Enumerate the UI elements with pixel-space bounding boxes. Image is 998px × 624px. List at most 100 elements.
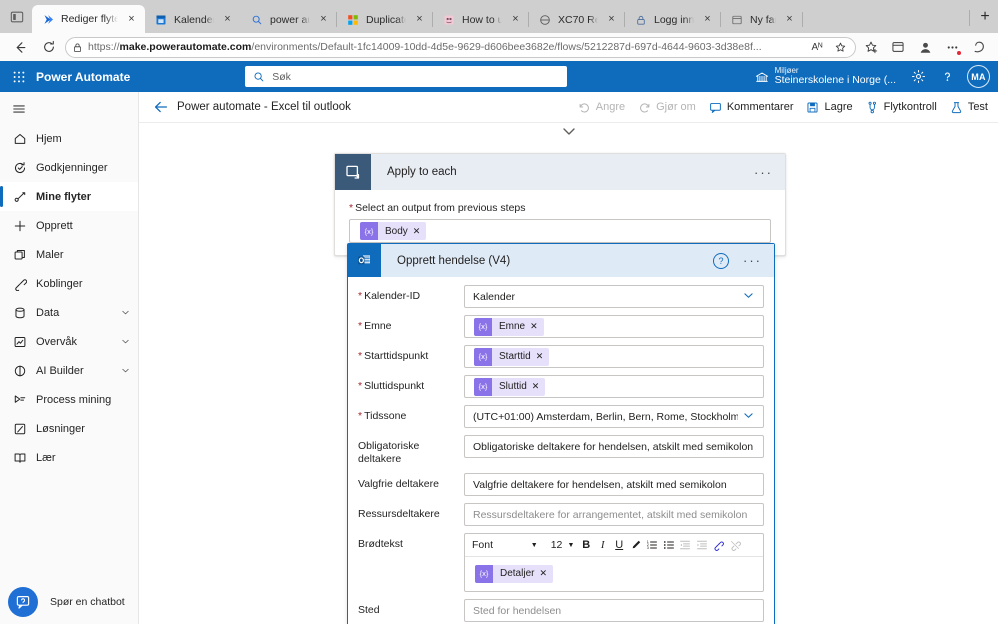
browser-tab[interactable]: Kalender – Moss ... ×: [145, 6, 241, 33]
new-tab-button[interactable]: +: [972, 4, 998, 30]
sidebar-item-data[interactable]: Data: [0, 298, 138, 327]
app-brand-title[interactable]: Power Automate: [36, 70, 130, 84]
dynamic-token[interactable]: {x} Body ✕: [360, 222, 427, 240]
create-event-menu-button[interactable]: ···: [743, 254, 762, 267]
browser-tab[interactable]: Duplicate calenda... ×: [337, 6, 433, 33]
create-event-card[interactable]: Opprett hendelse (V4) ? ··· * Kalender-ID…: [347, 243, 775, 624]
field-input-ressursdeltakere[interactable]: Ressursdeltakere for arrangementet, atsk…: [464, 503, 764, 527]
settings-more-icon[interactable]: [940, 35, 964, 59]
field-input-valgfrie-deltakere[interactable]: Valgfrie deltakere for hendelsen, atskil…: [464, 473, 764, 497]
help-circle-icon[interactable]: ?: [713, 252, 729, 269]
browser-tab[interactable]: XC70 Remote con... ×: [529, 6, 625, 33]
chevron-down-icon[interactable]: [742, 409, 755, 425]
browser-tab[interactable]: Ny fane ×: [721, 6, 803, 33]
sidebar-item-opprett[interactable]: Opprett: [0, 211, 138, 240]
tab-search-button[interactable]: [2, 3, 32, 31]
chatbot-icon[interactable]: [8, 587, 38, 617]
browser-essentials-icon[interactable]: [886, 35, 910, 59]
app-launcher-icon[interactable]: [6, 64, 32, 90]
bold-button[interactable]: B: [578, 536, 594, 555]
field-dropdown-tidssone[interactable]: (UTC+01:00) Amsterdam, Berlin, Bern, Rom…: [464, 405, 764, 428]
apply-to-each-card[interactable]: Apply to each ··· * Select an output from…: [334, 153, 786, 256]
sidebar-item-koblinger[interactable]: Koblinger: [0, 269, 138, 298]
field-input-emne[interactable]: {x} Emne ✕: [464, 315, 764, 338]
environment-picker[interactable]: Miljøer Steinerskolene i Norge (...: [749, 63, 902, 91]
back-button[interactable]: [7, 35, 33, 59]
help-icon[interactable]: [934, 64, 960, 90]
sidebar-item-maler[interactable]: Maler: [0, 240, 138, 269]
field-input-sted[interactable]: Sted for hendelsen: [464, 599, 764, 623]
kommentarer-button[interactable]: Kommentarer: [709, 101, 793, 114]
favorites-icon[interactable]: [859, 35, 883, 59]
settings-gear-icon[interactable]: [905, 64, 931, 90]
sidebar-item-hjem[interactable]: Hjem: [0, 124, 138, 153]
browser-tab[interactable]: How to use Data ... ×: [433, 6, 529, 33]
field-input-sluttidspunkt[interactable]: {x} Sluttid ✕: [464, 375, 764, 398]
read-aloud-icon[interactable]: Aᴺ: [808, 38, 826, 56]
font-family-select[interactable]: Font ▼: [469, 536, 541, 555]
link-icon[interactable]: [711, 536, 727, 555]
user-avatar[interactable]: MA: [967, 65, 990, 88]
browser-tab[interactable]: Rediger flyten din ×: [32, 5, 145, 33]
field-input-starttidspunkt[interactable]: {x} Starttid ✕: [464, 345, 764, 368]
tab-close-icon[interactable]: ×: [782, 12, 797, 27]
underline-button[interactable]: U: [611, 536, 627, 555]
apply-to-each-header[interactable]: Apply to each ···: [335, 154, 785, 190]
numbered-list-icon[interactable]: 123: [644, 536, 660, 555]
chevron-down-icon[interactable]: [120, 307, 131, 318]
sidebar-item-ai-builder[interactable]: AI Builder: [0, 356, 138, 385]
browser-tab[interactable]: power automate o... ×: [241, 6, 337, 33]
sidebar-item-godkjenninger[interactable]: Godkjenninger: [0, 153, 138, 182]
field-input-obligatoriske-deltakere[interactable]: Obligatoriske deltakere for hendelsen, a…: [464, 435, 764, 458]
tab-close-icon[interactable]: ×: [124, 12, 139, 27]
font-size-select[interactable]: 12 ▼: [548, 536, 578, 555]
token-remove-icon[interactable]: ✕: [530, 321, 544, 332]
tab-close-icon[interactable]: ×: [700, 12, 715, 27]
copilot-icon[interactable]: [967, 35, 991, 59]
bullet-list-icon[interactable]: [661, 536, 677, 555]
sidebar-item-mine-flyter[interactable]: Mine flyter: [0, 182, 138, 211]
tab-close-icon[interactable]: ×: [316, 12, 331, 27]
dynamic-token[interactable]: {x} Sluttid ✕: [474, 377, 546, 396]
lagre-button[interactable]: Lagre: [806, 101, 853, 114]
profile-icon[interactable]: [913, 35, 937, 59]
token-remove-icon[interactable]: ✕: [413, 226, 427, 237]
apply-to-each-menu-button[interactable]: ···: [754, 166, 773, 179]
tab-close-icon[interactable]: ×: [508, 12, 523, 27]
chevron-down-icon[interactable]: [742, 289, 755, 305]
sidebar-item-l-sninger[interactable]: Løsninger: [0, 414, 138, 443]
address-bar[interactable]: https://make.powerautomate.com/environme…: [65, 36, 856, 58]
sidebar-item-l-r[interactable]: Lær: [0, 443, 138, 472]
collections-icon[interactable]: [831, 38, 849, 56]
chatbot-launcher[interactable]: Spør en chatbot: [8, 587, 125, 617]
rich-text-body[interactable]: {x} Detaljer ✕: [465, 557, 763, 591]
pen-icon[interactable]: [628, 536, 644, 555]
dynamic-token[interactable]: {x} Emne ✕: [474, 317, 544, 336]
tab-close-icon[interactable]: ×: [220, 12, 235, 27]
sidebar-item-process-mining[interactable]: Process mining: [0, 385, 138, 414]
global-search-input[interactable]: Søk: [245, 66, 568, 87]
chevron-down-icon[interactable]: [120, 336, 131, 347]
token-remove-icon[interactable]: ✕: [532, 381, 546, 392]
token-remove-icon[interactable]: ✕: [539, 568, 553, 579]
reload-button[interactable]: [36, 35, 62, 59]
test-button[interactable]: Test: [950, 101, 988, 114]
back-to-flows-button[interactable]: [153, 99, 173, 115]
chevron-down-icon[interactable]: [120, 365, 131, 376]
italic-button[interactable]: I: [595, 536, 611, 555]
token-remove-icon[interactable]: ✕: [536, 351, 550, 362]
create-event-header[interactable]: Opprett hendelse (V4) ? ···: [348, 244, 774, 277]
code-view-button[interactable]: [744, 536, 760, 555]
field-dropdown-kalender-id[interactable]: Kalender: [464, 285, 764, 308]
rich-text-editor[interactable]: Font ▼ 12 ▼ B I U 1 2 3 {x} Detaljer ✕: [464, 533, 764, 593]
sidebar-item-overv-k[interactable]: Overvåk: [0, 327, 138, 356]
tab-close-icon[interactable]: ×: [604, 12, 619, 27]
dynamic-token[interactable]: {x} Starttid ✕: [474, 347, 550, 366]
dynamic-token[interactable]: {x} Detaljer ✕: [475, 564, 554, 583]
tab-close-icon[interactable]: ×: [412, 12, 427, 27]
sidebar-collapse-button[interactable]: [0, 94, 138, 124]
browser-tab[interactable]: Logg inn med Fei... ×: [625, 6, 721, 33]
flytkontroll-button[interactable]: Flytkontroll: [866, 101, 937, 114]
flow-canvas[interactable]: Apply to each ··· * Select an output from…: [139, 123, 998, 624]
apply-to-each-output-input[interactable]: {x} Body ✕: [349, 219, 771, 243]
